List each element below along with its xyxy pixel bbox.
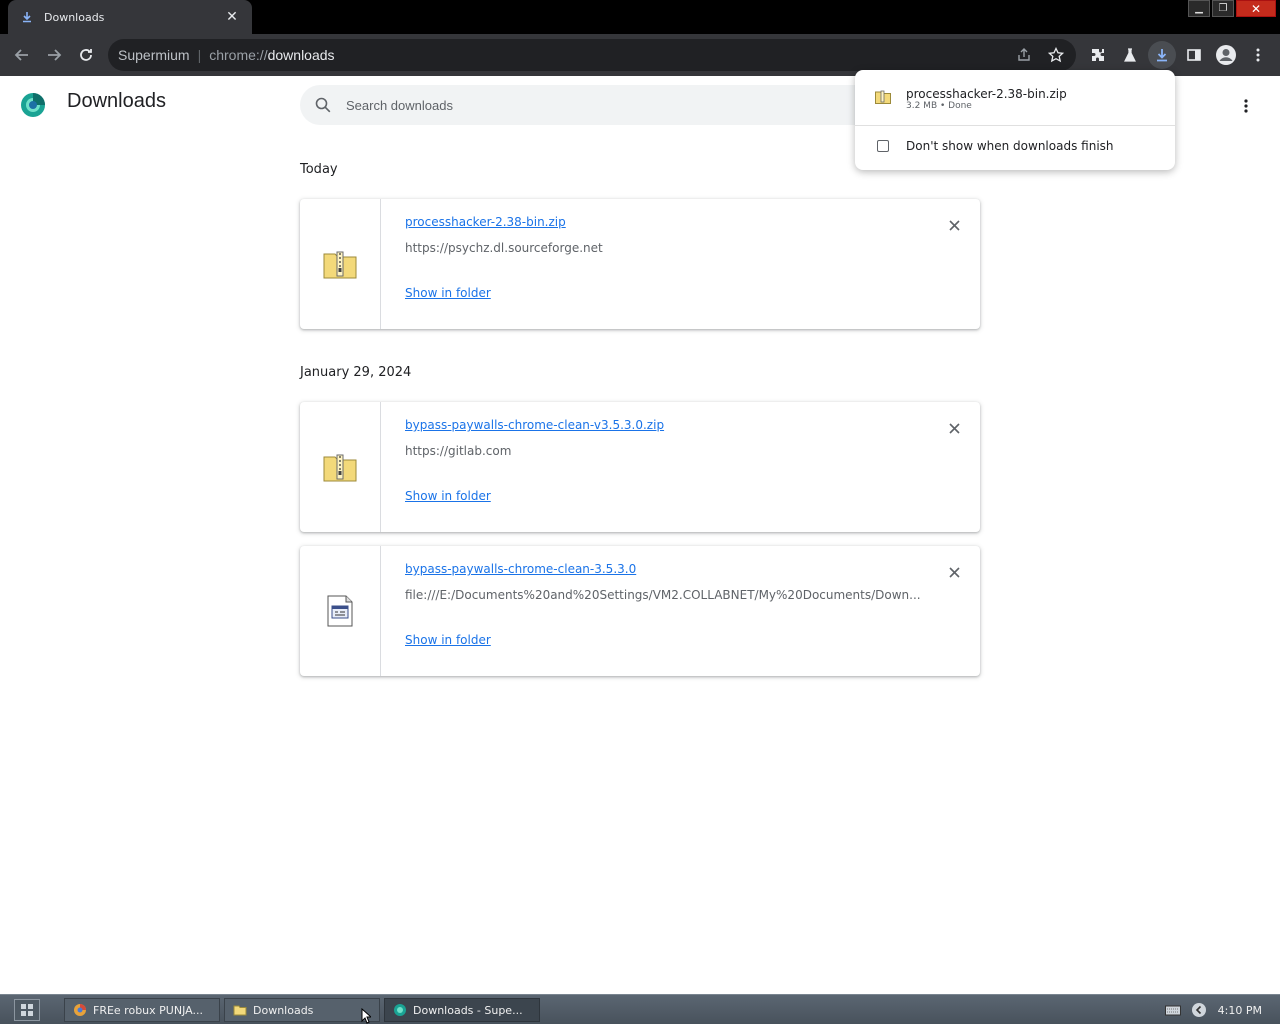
share-icon[interactable] <box>1012 43 1036 67</box>
omnibox-actions <box>1012 39 1068 71</box>
taskbar-item[interactable]: Downloads <box>224 998 380 1022</box>
system-tray: 4:10 PM <box>1156 995 1280 1024</box>
toolbar-right <box>1082 39 1274 71</box>
file-source-url: https://gitlab.com <box>405 444 512 458</box>
download-item: bypass-paywalls-chrome-clean-v3.5.3.0.zi… <box>300 402 980 532</box>
zip-folder-icon <box>875 90 891 104</box>
tab-downloads[interactable]: Downloads ✕ <box>8 0 252 34</box>
download-bubble: processhacker-2.38-bin.zip 3.2 MB • Done… <box>855 70 1175 170</box>
bookmark-star-icon[interactable] <box>1044 43 1068 67</box>
download-item: processhacker-2.38-bin.zip https://psych… <box>300 199 980 329</box>
browser-menu-icon[interactable] <box>1242 39 1274 71</box>
start-grid-icon <box>21 1004 33 1016</box>
taskbar-item-label: Downloads - Supe... <box>413 1003 523 1017</box>
file-name-link[interactable]: bypass-paywalls-chrome-clean-3.5.3.0 <box>405 562 636 576</box>
bubble-file-status: 3.2 MB • Done <box>906 101 972 111</box>
remove-download-icon[interactable] <box>944 418 964 438</box>
zip-folder-icon <box>323 251 357 279</box>
date-group-label: January 29, 2024 <box>300 365 412 380</box>
show-in-folder-link[interactable]: Show in folder <box>405 286 491 300</box>
reload-button[interactable] <box>70 39 102 71</box>
taskbar-item-label: FREe robux PUNJA... <box>93 1003 203 1017</box>
keyboard-icon[interactable] <box>1164 1001 1182 1019</box>
bubble-download-row[interactable]: processhacker-2.38-bin.zip 3.2 MB • Done <box>855 70 1175 126</box>
zip-folder-icon <box>323 454 357 482</box>
forward-button[interactable] <box>38 39 70 71</box>
supermium-logo-icon <box>21 93 45 117</box>
back-arrow-icon <box>14 49 28 61</box>
file-name-link[interactable]: bypass-paywalls-chrome-clean-v3.5.3.0.zi… <box>405 418 664 432</box>
file-icon-column <box>300 199 381 329</box>
search-bar[interactable] <box>300 85 900 125</box>
dont-show-checkbox[interactable] <box>877 140 889 152</box>
title-bar: Downloads ✕ ▁ ❐ ✕ <box>0 0 1280 34</box>
tab-title: Downloads <box>44 10 105 24</box>
start-button[interactable] <box>14 999 40 1021</box>
file-source-url: https://psychz.dl.sourceforge.net <box>405 241 603 255</box>
page-title: Downloads <box>67 90 166 112</box>
date-group-label: Today <box>300 162 338 177</box>
folder-icon <box>233 1005 247 1016</box>
taskbar-item[interactable]: FREe robux PUNJA... <box>64 998 220 1022</box>
taskbar: FREe robux PUNJA... Downloads Downloads … <box>0 994 1280 1024</box>
dont-show-checkbox-label[interactable]: Don't show when downloads finish <box>906 139 1114 153</box>
show-in-folder-link[interactable]: Show in folder <box>405 633 491 647</box>
file-icon-column <box>300 402 381 532</box>
download-item: bypass-paywalls-chrome-clean-3.5.3.0 fil… <box>300 546 980 676</box>
side-panel-icon[interactable] <box>1178 39 1210 71</box>
downloads-toolbar-button[interactable] <box>1148 41 1176 69</box>
generic-file-icon <box>327 595 353 627</box>
supermium-icon <box>394 1004 406 1016</box>
extensions-puzzle-icon[interactable] <box>1082 39 1114 71</box>
search-icon <box>315 97 331 113</box>
site-name: Supermium <box>118 47 190 63</box>
file-icon-column <box>300 546 381 676</box>
remove-download-icon[interactable] <box>944 562 964 582</box>
tray-expand-icon[interactable] <box>1190 1001 1208 1019</box>
remove-download-icon[interactable] <box>944 215 964 235</box>
file-name-link[interactable]: processhacker-2.38-bin.zip <box>405 215 566 229</box>
page-menu-icon[interactable] <box>1234 94 1258 118</box>
mouse-cursor-icon <box>361 1008 371 1024</box>
tab-close-icon[interactable]: ✕ <box>224 9 240 25</box>
taskbar-item-active[interactable]: Downloads - Supe... <box>384 998 540 1022</box>
download-icon <box>1157 49 1167 62</box>
minimize-button[interactable]: ▁ <box>1188 0 1210 17</box>
back-button[interactable] <box>6 39 38 71</box>
url-path: downloads <box>267 47 335 63</box>
restore-button[interactable]: ❐ <box>1212 0 1234 17</box>
labs-flask-icon[interactable] <box>1114 39 1146 71</box>
bubble-file-name: processhacker-2.38-bin.zip <box>906 87 1067 101</box>
url-scheme: chrome:// <box>209 47 268 63</box>
search-input[interactable] <box>346 97 846 113</box>
reload-icon <box>80 49 92 61</box>
window-controls: ▁ ❐ ✕ <box>1188 0 1276 18</box>
forward-arrow-icon <box>48 49 62 61</box>
url-separator: | <box>197 47 202 63</box>
address-bar[interactable]: Supermium | chrome:// downloads <box>108 39 1076 71</box>
taskbar-clock: 4:10 PM <box>1217 1003 1262 1017</box>
taskbar-item-label: Downloads <box>253 1003 314 1017</box>
download-icon <box>20 10 34 24</box>
close-window-button[interactable]: ✕ <box>1236 0 1276 17</box>
browser-icon <box>74 1004 86 1016</box>
file-source-url: file:///E:/Documents%20and%20Settings/VM… <box>405 588 921 602</box>
profile-avatar-icon[interactable] <box>1210 39 1242 71</box>
show-in-folder-link[interactable]: Show in folder <box>405 489 491 503</box>
